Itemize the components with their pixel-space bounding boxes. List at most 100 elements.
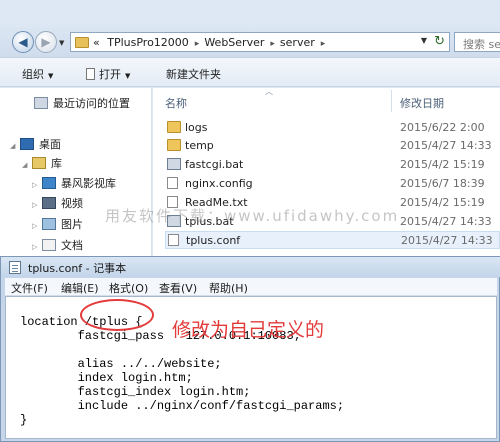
expand-arrow-icon[interactable]: ▷ (32, 201, 42, 209)
column-header-name[interactable]: 名称 (165, 95, 187, 111)
nav-item-documents[interactable]: ▷ 文档 (32, 237, 83, 253)
file-date: 2015/4/27 14:33 (400, 139, 492, 152)
annotation-text: 修改为自己定义的 (172, 319, 325, 341)
file-name: nginx.config (185, 177, 253, 190)
code-line: alias ../../website; (20, 357, 222, 371)
new-folder-button[interactable]: 新建文件夹 (166, 66, 221, 82)
nav-label: 文档 (61, 239, 83, 252)
chevron-down-icon: ▼ (48, 72, 54, 80)
chevron-down-icon: ▼ (125, 72, 131, 80)
expand-arrow-icon[interactable]: ◢ (10, 142, 20, 150)
folder-icon (167, 139, 181, 151)
file-name: logs (185, 121, 208, 134)
file-list: ︿ 名称 修改日期 logs 2015/6/22 2:00 temp 2015/4/… (153, 87, 500, 256)
recent-places-icon (34, 97, 48, 109)
column-divider[interactable] (391, 90, 392, 112)
config-file-icon (167, 177, 178, 189)
nav-label: 最近访问的位置 (53, 97, 130, 110)
breadcrumb-separator-icon[interactable]: ▸ (321, 39, 326, 49)
expand-arrow-icon[interactable]: ◢ (22, 161, 32, 169)
address-dropdown-icon[interactable]: ▼ (421, 36, 427, 45)
code-line: include ../nginx/conf/fastcgi_params; (20, 399, 345, 413)
code-line: index login.htm; (20, 371, 193, 385)
picture-icon (42, 218, 56, 230)
nav-item-storm-video[interactable]: ▷ 暴风影视库 (32, 175, 116, 191)
open-button[interactable]: 打开 ▼ (86, 66, 130, 82)
breadcrumb-separator-icon[interactable]: ▸ (270, 39, 275, 49)
sort-indicator-icon: ︿ (265, 87, 273, 96)
documents-icon (42, 239, 56, 251)
breadcrumb-overflow-icon[interactable]: « (93, 36, 100, 49)
video-library-icon (42, 177, 56, 189)
nav-item-recent[interactable]: 最近访问的位置 (34, 95, 130, 111)
organize-label: 组织 (22, 68, 44, 81)
bat-file-icon (167, 158, 181, 170)
nav-item-pictures[interactable]: ▷ 图片 (32, 216, 83, 232)
search-placeholder: 搜索 se (463, 38, 500, 51)
open-label: 打开 (99, 68, 121, 81)
menu-format[interactable]: 格式(O) (109, 280, 148, 296)
file-name: fastcgi.bat (185, 158, 244, 171)
breadcrumb-item-server[interactable]: server (280, 36, 315, 49)
menu-bar: 文件(F) 编辑(E) 格式(O) 查看(V) 帮助(H) (5, 278, 497, 296)
file-row-temp[interactable]: temp 2015/4/27 14:33 (165, 137, 500, 155)
film-icon (42, 197, 56, 209)
breadcrumb-item-webserver[interactable]: WebServer (204, 36, 264, 49)
file-date: 2015/4/2 15:19 (400, 158, 485, 171)
window-title: tplus.conf - 记事本 (28, 262, 127, 275)
desktop-icon (20, 138, 34, 150)
breadcrumb-separator-icon[interactable]: ▸ (195, 39, 200, 49)
navigation-pane: 最近访问的位置 ◢ 桌面 ◢ 库 ▷ 暴风影视库 ▷ 视频 ▷ 图片 ▷ 文档 (0, 88, 152, 256)
command-bar: 组织 ▼ 打开 ▼ 新建文件夹 (0, 57, 500, 87)
explorer-window: ◀ ▶ ▼ « TPlusPro12000 ▸ WebServer ▸ server ▸ … (0, 0, 500, 256)
nav-item-videos[interactable]: ▷ 视频 (32, 195, 83, 211)
file-row-fastcgi-bat[interactable]: fastcgi.bat 2015/4/2 15:19 (165, 156, 500, 174)
text-file-icon (168, 234, 179, 246)
menu-file[interactable]: 文件(F) (11, 280, 48, 296)
folder-icon (75, 37, 89, 48)
nav-label: 桌面 (39, 138, 61, 151)
file-date: 2015/4/2 15:19 (400, 196, 485, 209)
file-name: temp (185, 139, 214, 152)
notepad-window: tplus.conf - 记事本 文件(F) 编辑(E) 格式(O) 查看(V)… (0, 256, 500, 442)
address-bar[interactable]: « TPlusPro12000 ▸ WebServer ▸ server ▸ ▼ ↻ (70, 32, 450, 52)
nav-item-libraries[interactable]: ◢ 库 (22, 155, 62, 171)
nav-label: 图片 (61, 218, 83, 231)
search-input[interactable]: 搜索 se (454, 32, 500, 52)
refresh-icon[interactable]: ↻ (434, 34, 445, 49)
file-date: 2015/4/27 14:33 (401, 234, 493, 247)
back-button[interactable]: ◀ (12, 31, 34, 53)
menu-help[interactable]: 帮助(H) (209, 280, 248, 296)
column-header-date[interactable]: 修改日期 (400, 95, 444, 111)
nav-item-desktop[interactable]: ◢ 桌面 (10, 136, 61, 152)
notepad-icon (9, 261, 21, 274)
notepad-title-bar[interactable]: tplus.conf - 记事本 (1, 257, 500, 277)
expand-arrow-icon[interactable]: ▷ (32, 181, 42, 189)
file-row-logs[interactable]: logs 2015/6/22 2:00 (165, 119, 500, 137)
breadcrumb-item-tpluspro[interactable]: TPlusPro12000 (107, 36, 189, 49)
nav-label: 库 (51, 157, 62, 170)
breadcrumb: « TPlusPro12000 ▸ WebServer ▸ server ▸ (93, 36, 330, 49)
file-date: 2015/6/22 2:00 (400, 121, 485, 134)
menu-view[interactable]: 查看(V) (159, 280, 197, 296)
highlight-ellipse (80, 299, 154, 331)
back-arrow-icon: ◀ (18, 35, 28, 49)
forward-arrow-icon: ▶ (41, 35, 51, 49)
expand-arrow-icon[interactable]: ▷ (32, 243, 42, 251)
expand-arrow-icon[interactable]: ▷ (32, 222, 42, 230)
menu-edit[interactable]: 编辑(E) (61, 280, 99, 296)
forward-button[interactable]: ▶ (35, 31, 57, 53)
address-row: ◀ ▶ ▼ « TPlusPro12000 ▸ WebServer ▸ server ▸ … (0, 27, 500, 57)
file-row-tplus-conf[interactable]: tplus.conf 2015/4/27 14:33 (165, 231, 500, 249)
watermark: 用友软件下载：www.ufidawhy.com (105, 207, 400, 225)
nav-label: 视频 (61, 197, 83, 210)
organize-button[interactable]: 组织 ▼ (22, 66, 53, 82)
document-icon (86, 68, 95, 80)
code-line: } (20, 413, 28, 427)
library-icon (32, 157, 46, 169)
nav-label: 暴风影视库 (61, 177, 116, 190)
file-row-nginx-config[interactable]: nginx.config 2015/6/7 18:39 (165, 175, 500, 193)
folder-icon (167, 121, 181, 133)
recent-pages-dropdown-icon[interactable]: ▼ (59, 39, 64, 47)
file-date: 2015/6/7 18:39 (400, 177, 485, 190)
